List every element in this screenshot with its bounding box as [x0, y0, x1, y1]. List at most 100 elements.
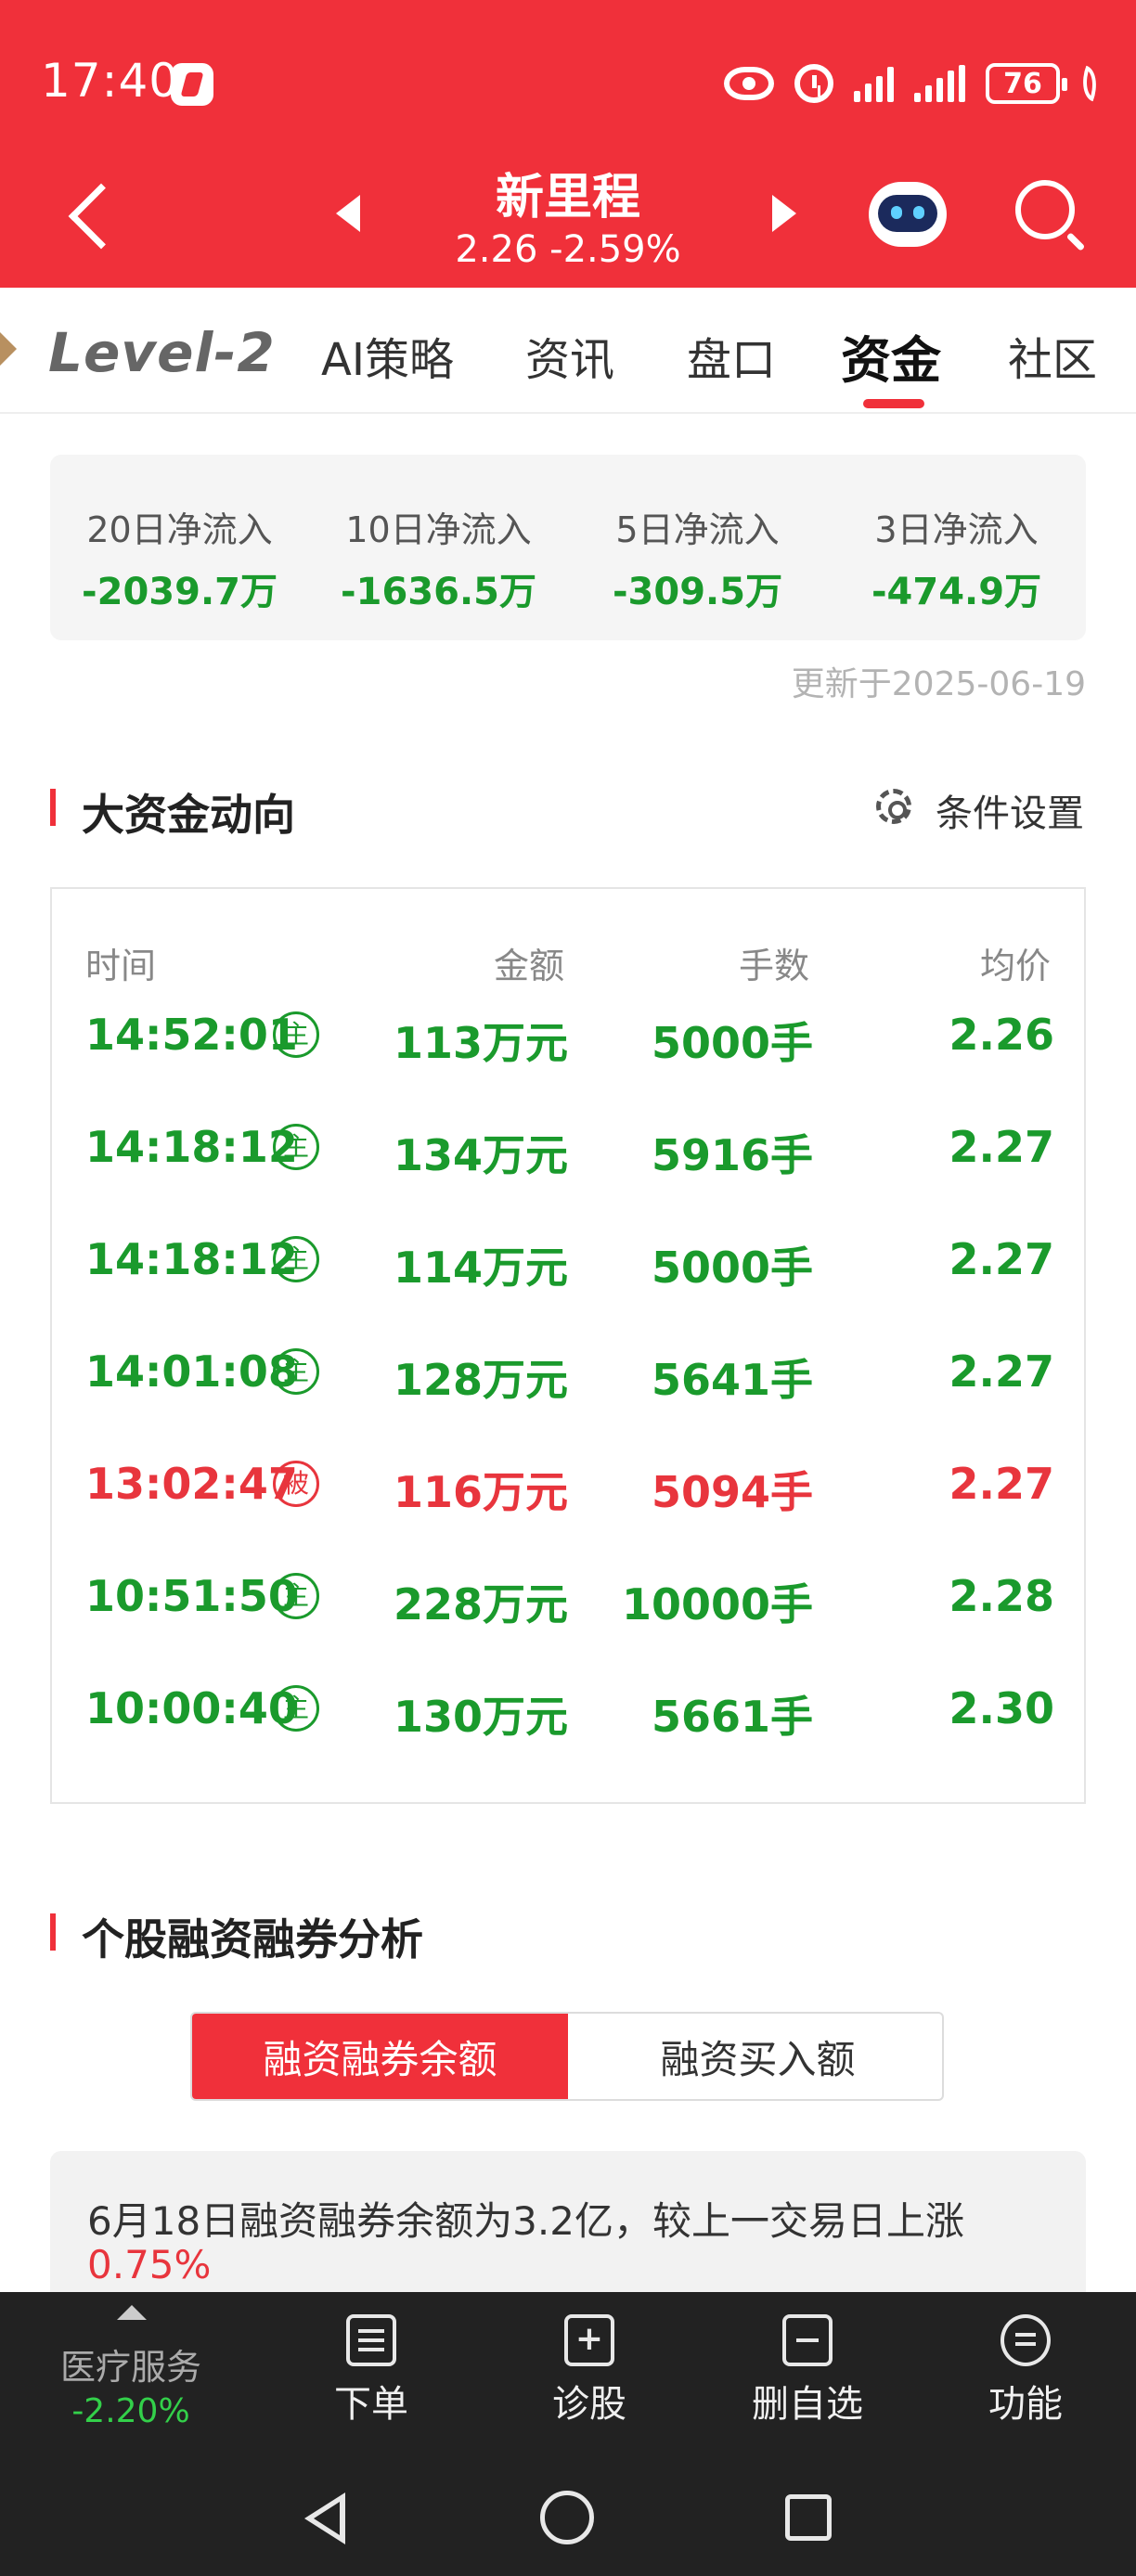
tab-left-indicator-icon — [0, 332, 17, 366]
row-amount: 134万元 — [393, 1130, 568, 1180]
net-inflow-value: -1636.5万 — [341, 571, 536, 613]
row-avg-price: 2.27 — [949, 1459, 1055, 1509]
diagnose-button[interactable]: 诊股 — [524, 2314, 654, 2428]
remove-label: 删自选 — [752, 2383, 863, 2426]
trade-type-badge: 主 — [273, 1573, 319, 1619]
net-inflow-value: -309.5万 — [612, 571, 783, 613]
app-header: 17:40 76 新里程 2.26 -2.59% — [0, 0, 1136, 288]
function-button[interactable]: 功能 — [961, 2314, 1091, 2428]
tab-bar: Level-2 AI策略 资讯 盘口 资金 社区 — [0, 288, 1136, 414]
expand-up-icon — [117, 2305, 147, 2320]
stock-nav: 新里程 2.26 -2.59% — [0, 158, 1136, 288]
seg-margin-buy[interactable]: 融资买入额 — [570, 2014, 942, 2099]
trade-type-badge: 主 — [273, 1124, 319, 1170]
row-amount: 228万元 — [393, 1579, 568, 1629]
margin-change-pct: 0.75% — [87, 2242, 212, 2287]
sector-name: 医疗服务 — [59, 2347, 201, 2388]
tab-news[interactable]: 资讯 — [525, 323, 614, 388]
table-row[interactable]: 14:52:01 主 113万元 5000手 2.26 — [52, 984, 1088, 1096]
row-time: 14:52:01 — [85, 1010, 298, 1060]
trade-type-badge: 主 — [273, 1011, 319, 1058]
row-avg-price: 2.27 — [949, 1122, 1055, 1172]
net-inflow-label: 20日净流入 — [86, 509, 273, 550]
net-inflow-label: 10日净流入 — [345, 509, 532, 550]
ai-assistant-icon[interactable] — [869, 182, 947, 247]
remove-icon — [782, 2314, 833, 2366]
tab-community[interactable]: 社区 — [1008, 323, 1097, 388]
seg-margin-balance[interactable]: 融资融券余额 — [192, 2014, 568, 2099]
system-recents-icon[interactable] — [785, 2494, 832, 2541]
order-button[interactable]: 下单 — [306, 2314, 436, 2428]
tab-level2[interactable]: Level-2 — [48, 321, 276, 384]
header-time: 时间 — [85, 946, 157, 986]
back-icon[interactable] — [68, 183, 135, 250]
diagnose-label: 诊股 — [552, 2383, 626, 2426]
big-flow-table: 时间 金额 手数 均价 14:52:01 主 113万元 5000手 2.26 14:18… — [50, 887, 1086, 1804]
prev-stock-icon[interactable] — [336, 195, 360, 232]
margin-title: 个股融资融券分析 — [50, 1906, 423, 1967]
trade-type-badge: 被 — [273, 1461, 319, 1507]
status-time: 17:40 — [41, 54, 180, 108]
app-notification-icon — [171, 63, 213, 106]
margin-summary-text: 6月18日融资融券余额为3.2亿，较上一交易日上涨 — [87, 2198, 964, 2244]
row-avg-price: 2.26 — [949, 1010, 1055, 1060]
net-inflow-3d: 3日净流入 -474.9万 — [827, 501, 1086, 615]
order-label: 下单 — [334, 2383, 408, 2426]
trade-type-badge: 主 — [273, 1236, 319, 1282]
row-volume: 5000手 — [651, 1243, 813, 1293]
table-row[interactable]: 13:02:47 被 116万元 5094手 2.27 — [52, 1433, 1088, 1545]
table-row[interactable]: 14:01:08 主 128万元 5641手 2.27 — [52, 1320, 1088, 1433]
row-avg-price: 2.28 — [949, 1571, 1055, 1621]
signal-icon-2 — [914, 65, 965, 102]
table-row[interactable]: 10:51:50 主 228万元 10000手 2.28 — [52, 1545, 1088, 1657]
row-volume: 10000手 — [621, 1579, 813, 1629]
gear-icon[interactable] — [876, 789, 911, 824]
row-amount: 128万元 — [393, 1355, 568, 1405]
row-volume: 5094手 — [651, 1467, 813, 1517]
tab-order-book[interactable]: 盘口 — [687, 323, 776, 388]
row-amount: 130万元 — [393, 1692, 568, 1742]
row-avg-price: 2.30 — [949, 1683, 1055, 1733]
active-tab-underline — [863, 399, 924, 408]
row-volume: 5000手 — [651, 1018, 813, 1068]
bottom-action-bar: 医疗服务 -2.20% 下单 诊股 删自选 功能 — [0, 2292, 1136, 2459]
tab-ai-strategy[interactable]: AI策略 — [321, 323, 454, 388]
system-back-icon[interactable] — [304, 2492, 345, 2544]
status-icons: 76 — [724, 58, 1104, 109]
row-amount: 114万元 — [393, 1243, 568, 1293]
row-time: 14:01:08 — [85, 1346, 298, 1397]
header-amount: 金额 — [493, 946, 564, 986]
trade-type-badge: 主 — [273, 1348, 319, 1395]
net-inflow-label: 3日净流入 — [874, 509, 1039, 550]
row-avg-price: 2.27 — [949, 1346, 1055, 1397]
table-row[interactable]: 14:18:12 主 134万元 5916手 2.27 — [52, 1096, 1088, 1208]
next-stock-icon[interactable] — [772, 195, 796, 232]
net-inflow-summary: 20日净流入 -2039.7万 10日净流入 -1636.5万 5日净流入 -3… — [50, 455, 1086, 640]
function-label: 功能 — [988, 2383, 1063, 2426]
row-time: 13:02:47 — [85, 1459, 298, 1509]
net-inflow-value: -2039.7万 — [82, 571, 278, 613]
header-avg-price: 均价 — [979, 946, 1051, 986]
row-time: 14:18:12 — [85, 1122, 298, 1172]
net-inflow-label: 5日净流入 — [615, 509, 780, 550]
margin-segment-control: 融资融券余额 融资买入额 — [190, 2012, 944, 2101]
tab-capital[interactable]: 资金 — [841, 319, 941, 393]
table-row[interactable]: 14:18:12 主 114万元 5000手 2.27 — [52, 1208, 1088, 1320]
net-inflow-5d: 5日净流入 -309.5万 — [568, 501, 827, 615]
eye-icon — [724, 67, 774, 100]
update-time: 更新于2025-06-19 — [791, 665, 1086, 703]
sector-change: -2.20% — [71, 2392, 190, 2430]
row-time: 10:51:50 — [85, 1571, 298, 1621]
row-volume: 5916手 — [651, 1130, 813, 1180]
stock-price: 2.26 -2.59% — [455, 228, 681, 271]
row-time: 14:18:12 — [85, 1234, 298, 1284]
menu-icon — [1000, 2314, 1051, 2366]
condition-settings-button[interactable]: 条件设置 — [936, 783, 1084, 837]
status-bar: 17:40 76 — [0, 0, 1136, 167]
table-row[interactable]: 10:00:40 主 130万元 5661手 2.30 — [52, 1657, 1088, 1770]
net-inflow-20d: 20日净流入 -2039.7万 — [50, 501, 309, 615]
trade-type-badge: 主 — [273, 1685, 319, 1732]
remove-watchlist-button[interactable]: 删自选 — [742, 2314, 872, 2428]
search-icon[interactable] — [1015, 180, 1075, 239]
system-home-icon[interactable] — [540, 2491, 594, 2544]
